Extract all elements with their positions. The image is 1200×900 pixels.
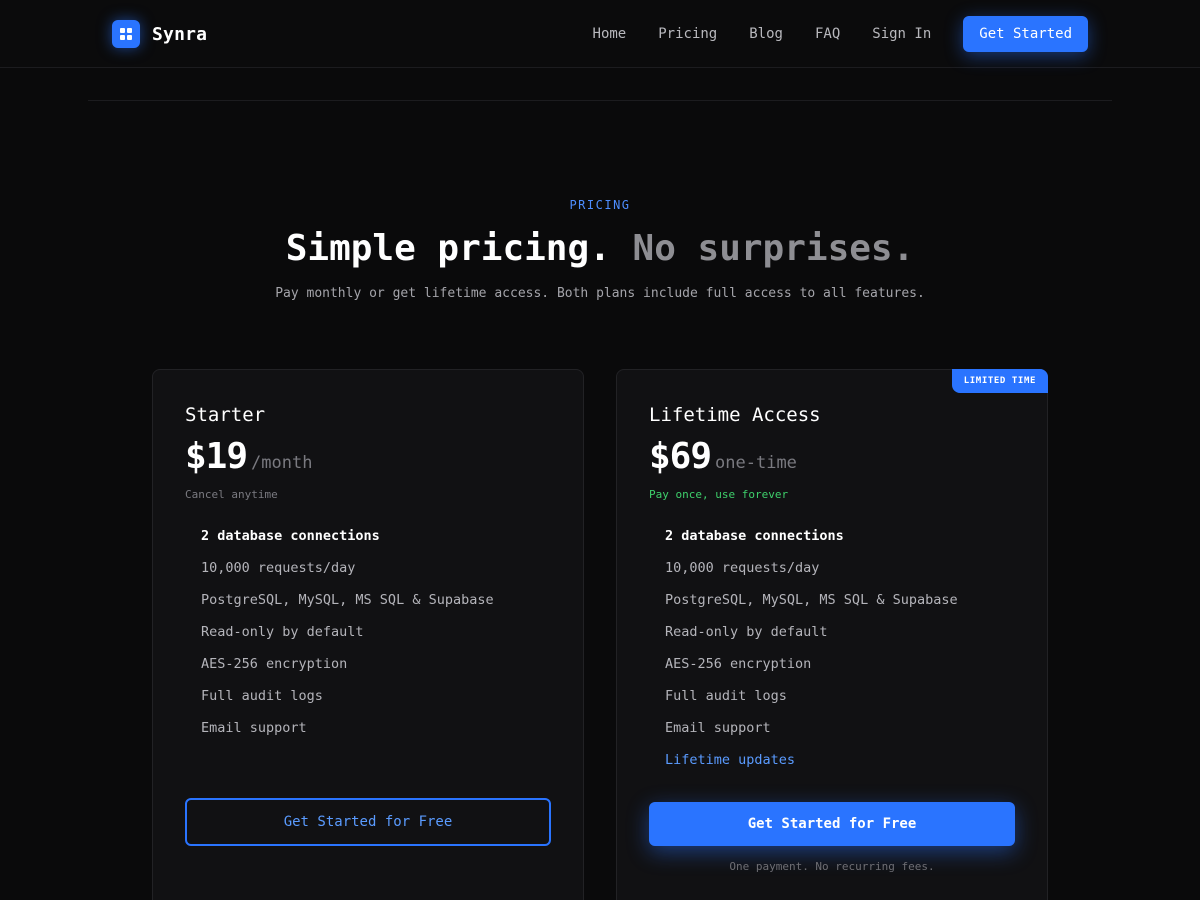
pricing-card-lifetime: LIMITED TIME Lifetime Access $69 one-tim… (616, 369, 1048, 900)
nav-links: Home Pricing Blog FAQ Sign In Get Starte… (593, 16, 1088, 52)
plan-period: /month (251, 453, 313, 473)
feature-item: Read-only by default (665, 624, 828, 640)
page-subtitle: Pay monthly or get lifetime access. Both… (275, 286, 925, 301)
feature-item: PostgreSQL, MySQL, MS SQL & Supabase (665, 592, 958, 608)
feature-item: AES-256 encryption (201, 656, 348, 672)
nav-link-sign-in[interactable]: Sign In (872, 26, 931, 42)
plan-note: Cancel anytime (185, 488, 278, 501)
plan-note: Pay once, use forever (649, 488, 789, 501)
feature-item: 2 database connections (201, 528, 380, 544)
plan-name: Lifetime Access (649, 404, 821, 426)
headline-muted: No surprises. (632, 228, 915, 269)
feature-item: Full audit logs (665, 688, 787, 704)
nav-link-blog[interactable]: Blog (749, 26, 783, 42)
pricing-card-starter: Starter $19 /month Cancel anytime 2 data… (152, 369, 584, 900)
plan-price: $19 (185, 436, 248, 477)
feature-item: Email support (665, 720, 771, 736)
grid-logo-icon (112, 20, 140, 48)
payment-footnote: One payment. No recurring fees. (729, 860, 935, 873)
feature-item: 2 database connections (665, 528, 844, 544)
get-started-button[interactable]: Get Started (963, 16, 1088, 52)
feature-item: 10,000 requests/day (201, 560, 356, 576)
feature-list: 2 database connections 10,000 requests/d… (665, 526, 958, 782)
limited-time-badge: LIMITED TIME (951, 369, 1048, 393)
feature-item: Full audit logs (201, 688, 323, 704)
feature-item: Email support (201, 720, 307, 736)
feature-item: Read-only by default (201, 624, 364, 640)
price-row: $69 one-time (649, 436, 797, 477)
section-divider (88, 100, 1112, 101)
feature-item: PostgreSQL, MySQL, MS SQL & Supabase (201, 592, 494, 608)
plan-price: $69 (649, 436, 712, 477)
feature-list: 2 database connections 10,000 requests/d… (201, 526, 494, 750)
brand[interactable]: Synra (112, 20, 207, 48)
page-title: Simple pricing. No surprises. (0, 226, 1200, 272)
headline-main: Simple pricing. (285, 228, 611, 269)
feature-item: Lifetime updates (665, 752, 796, 768)
nav-link-home[interactable]: Home (593, 26, 627, 42)
plan-name: Starter (185, 404, 266, 426)
feature-item: AES-256 encryption (665, 656, 812, 672)
nav-link-faq[interactable]: FAQ (815, 26, 840, 42)
price-row: $19 /month (185, 436, 312, 477)
top-navbar: Synra Home Pricing Blog FAQ Sign In Get … (0, 0, 1200, 68)
starter-cta-button[interactable]: Get Started for Free (185, 798, 551, 846)
feature-item: 10,000 requests/day (665, 560, 820, 576)
section-eyebrow: PRICING (569, 198, 631, 212)
lifetime-cta-button[interactable]: Get Started for Free (649, 802, 1015, 846)
brand-name: Synra (152, 23, 208, 45)
plan-period: one-time (715, 453, 797, 473)
nav-link-pricing[interactable]: Pricing (658, 26, 717, 42)
